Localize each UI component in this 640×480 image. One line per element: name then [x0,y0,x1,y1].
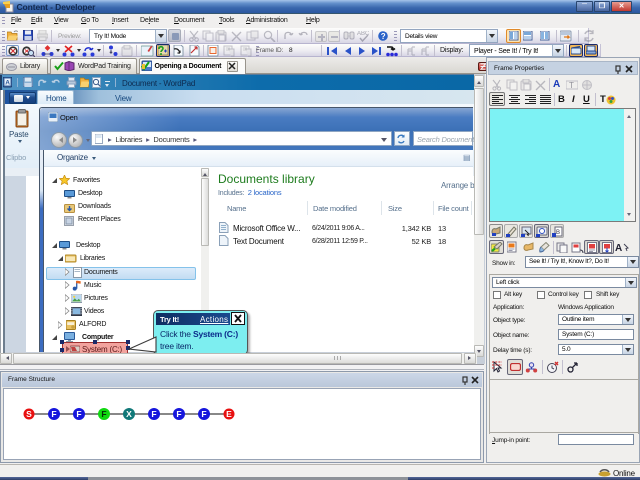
svg-text:T: T [569,81,574,90]
svg-text:A: A [615,243,622,253]
svg-text:F: F [151,409,156,419]
svg-text:F: F [51,409,56,419]
svg-text:F: F [201,409,206,419]
svg-text:ABC: ABC [357,31,370,37]
svg-text:F: F [101,409,106,419]
svg-text:F: F [176,409,181,419]
svg-text:?: ? [381,32,386,41]
svg-text:E: E [226,409,232,419]
svg-text:B: B [556,230,560,236]
svg-text:X: X [126,409,132,419]
svg-text:A: A [5,80,10,87]
svg-text:F: F [76,409,81,419]
svg-text:S: S [26,409,32,419]
